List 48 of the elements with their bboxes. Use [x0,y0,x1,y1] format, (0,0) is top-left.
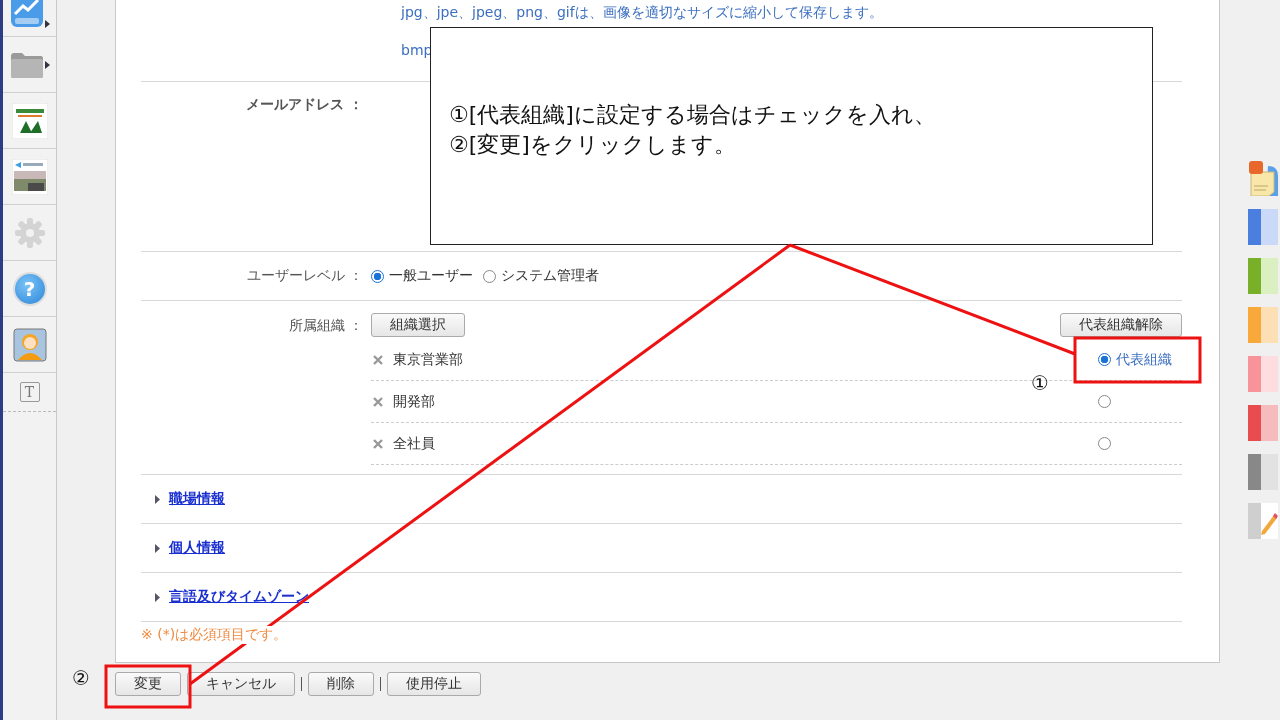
action-button[interactable]: キャンセル [187,672,295,696]
expand-arrow-icon[interactable] [155,494,160,504]
action-button[interactable]: 変更 [115,672,181,696]
radio-button[interactable] [371,269,384,283]
step-marker: ② [72,666,90,690]
expand-arrow-icon[interactable] [155,592,160,602]
expand-arrow-icon[interactable] [44,60,50,69]
user-level-option[interactable]: 一般ユーザー [371,267,473,285]
radio-button[interactable] [1098,353,1111,366]
radio-button[interactable] [483,269,496,283]
org-name: 開発部 [393,392,435,411]
color-tab[interactable] [1248,209,1278,245]
sticky-note-icon[interactable] [1248,160,1278,196]
action-button[interactable]: 使用停止 [387,672,481,696]
callout-text: ②[変更]をクリックします。 [449,131,736,159]
select-org-button[interactable]: 組織選択 [371,313,465,337]
section-link[interactable]: 言語及びタイムゾーン [169,588,309,606]
color-tab[interactable] [1248,356,1278,392]
org-name: 全社員 [393,434,435,453]
remove-icon[interactable] [373,438,383,449]
user-level-option[interactable]: システム管理者 [483,267,599,285]
color-tab[interactable] [1248,258,1278,294]
action-button[interactable]: 削除 [308,672,374,696]
clear-primary-button[interactable]: 代表組織解除 [1060,313,1182,337]
support-person-icon[interactable] [12,327,47,362]
photo-thumbnail-icon[interactable] [11,158,48,195]
color-tab[interactable] [1248,405,1278,441]
field-label: メールアドレス ： [245,96,364,114]
step-marker: ① [1031,371,1049,395]
section-link[interactable]: 職場情報 [169,490,225,508]
primary-org-option[interactable]: 代表組織 [1098,350,1172,369]
section-link[interactable]: 個人情報 [169,539,225,557]
expand-arrow-icon[interactable] [44,20,50,28]
org-name: 東京営業部 [393,350,463,369]
field-label: 所属組織 ： [287,316,364,335]
color-tab[interactable] [1248,307,1278,343]
pencil-icon[interactable] [1248,503,1278,539]
radio-button[interactable] [1098,437,1111,450]
remove-icon[interactable] [373,354,383,365]
image-note: jpg、jpe、jpeg、png、gifは、画像を適切なサイズに縮小して保存します。 [399,4,884,22]
app-logo-icon[interactable] [11,102,48,139]
expand-arrow-icon[interactable] [155,543,160,553]
radio-button[interactable] [1098,395,1111,408]
color-tab[interactable] [1248,454,1278,490]
field-label: ユーザーレベル ： [245,267,364,285]
text-tool-icon[interactable]: T [19,382,40,402]
callout-text: ①[代表組織]に設定する場合はチェックを入れ、 [449,101,936,129]
remove-icon[interactable] [373,396,383,407]
